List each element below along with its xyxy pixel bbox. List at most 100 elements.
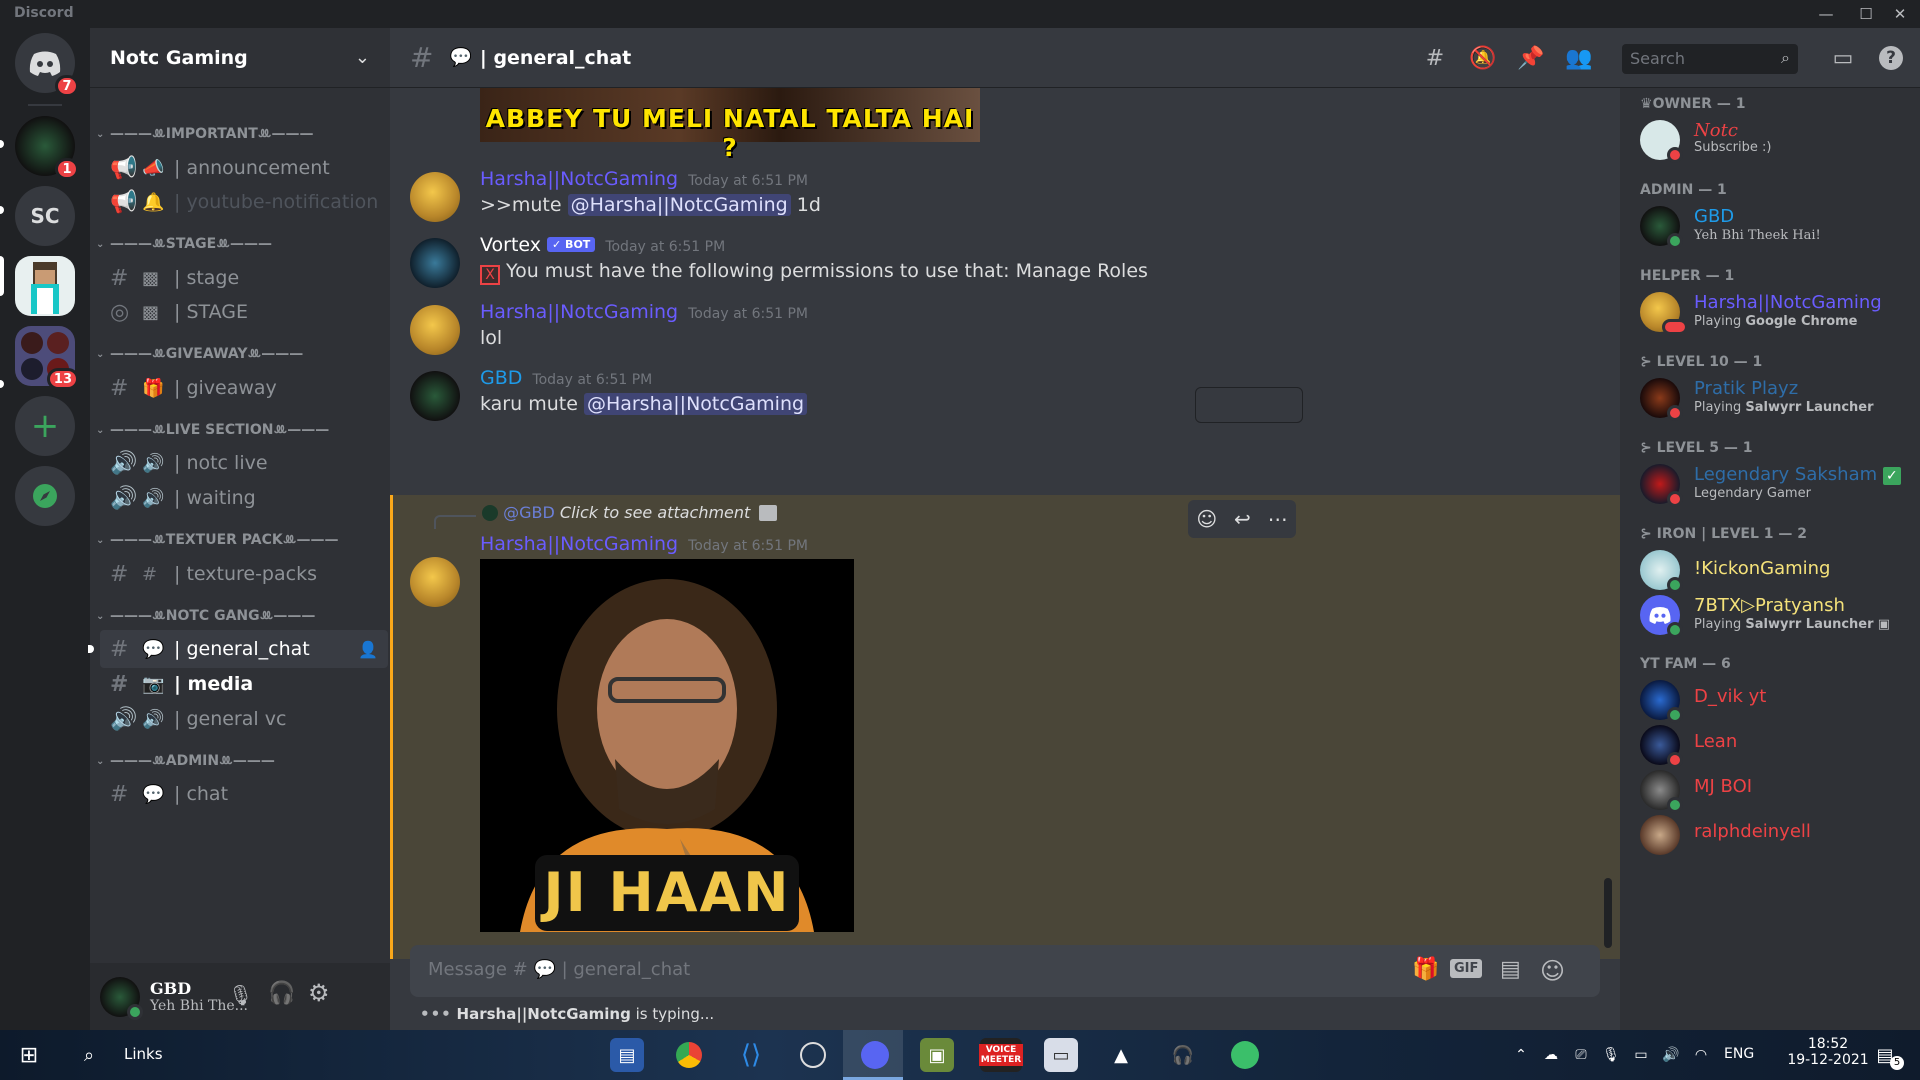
network-tray-icon[interactable]: ⎚ <box>1564 1038 1598 1072</box>
category-texture-pack[interactable]: ⌄ ———ꔛ TEXTUER PACK ꔛ——— <box>96 529 339 551</box>
mute-bell-icon[interactable]: 🔕 <box>1468 44 1498 72</box>
avatar[interactable] <box>410 305 460 355</box>
inbox-icon[interactable]: ▭ <box>1828 44 1858 72</box>
discord-taskbar-icon[interactable] <box>858 1038 892 1072</box>
obs-icon[interactable] <box>796 1038 830 1072</box>
gif-button[interactable]: GIF <box>1450 959 1483 978</box>
typing-user: Harsha||NotcGaming <box>456 1005 631 1023</box>
pin-icon[interactable]: 📌 <box>1516 44 1546 72</box>
author-name[interactable]: Harsha||NotcGaming <box>480 533 678 555</box>
volume-icon[interactable]: 🔊 <box>1654 1038 1688 1072</box>
guild-header[interactable]: Notc Gaming ⌄ <box>90 28 390 88</box>
home-button[interactable]: 7 <box>15 33 79 97</box>
category-live-section[interactable]: ⌄ ———ꔛ LIVE SECTION ꔛ——— <box>96 419 329 441</box>
vscode-icon[interactable]: ⟨⟩ <box>734 1038 768 1072</box>
member[interactable]: Harsha||NotcGaming Playing Google Chrome <box>1640 290 1910 340</box>
threads-icon[interactable]: # <box>1420 44 1450 72</box>
member-list-icon[interactable]: 👥 <box>1564 44 1594 72</box>
taskbar-search-label[interactable]: Links <box>124 1045 163 1063</box>
emoji-icon[interactable]: ☺ <box>1540 957 1565 985</box>
scrollbar-thumb[interactable] <box>1604 878 1612 948</box>
avatar[interactable] <box>410 557 460 607</box>
wifi-icon[interactable]: ◠ <box>1684 1038 1718 1072</box>
member[interactable]: GBD Yeh Bhi Theek Hai! <box>1640 204 1910 254</box>
file-explorer-icon[interactable]: ▤ <box>610 1038 644 1072</box>
explore-servers-button[interactable] <box>15 466 75 526</box>
category-rule: ꔛ——— <box>273 422 330 438</box>
channel-general-chat[interactable]: # 💬 | general_chat 👤 <box>100 630 388 668</box>
author-name[interactable]: Harsha||NotcGaming <box>480 301 678 323</box>
channel-youtube-notification[interactable]: 📢 🔔 | youtube-notification <box>100 183 388 221</box>
channel-announcement[interactable]: 📢 📣 | announcement <box>100 149 388 187</box>
cloud-error-icon[interactable]: ☁ <box>1534 1038 1568 1072</box>
language-indicator[interactable]: ENG <box>1724 1046 1754 1062</box>
channel-waiting[interactable]: 🔊 🔊 | waiting <box>100 479 388 517</box>
author-name[interactable]: Vortex <box>480 234 541 256</box>
clock[interactable]: 18:52 19-12-2021 <box>1780 1036 1876 1068</box>
channel-media[interactable]: # 📷 | media <box>100 665 388 703</box>
voicemeeter-icon[interactable]: VOICE MEETER <box>978 1038 1024 1072</box>
author-name[interactable]: Harsha||NotcGaming <box>480 168 678 190</box>
add-server-button[interactable]: + <box>15 396 75 456</box>
chevron-up-icon[interactable]: ⌃ <box>1504 1038 1538 1072</box>
channel-general-vc[interactable]: 🔊 🔊 | general vc <box>100 700 388 738</box>
category-stage[interactable]: ⌄ ———ꔛ STAGE ꔛ——— <box>96 233 272 255</box>
invite-icon[interactable]: 👤 <box>358 640 378 659</box>
meme-image[interactable]: ABBEY TU MELI NATAL TALTA HAI ? <box>480 88 980 162</box>
headset-app-icon[interactable]: 🎧 <box>1166 1038 1200 1072</box>
avatar[interactable] <box>100 976 143 1020</box>
close-button[interactable]: ✕ <box>1880 0 1920 28</box>
gift-icon[interactable]: 🎁 <box>1412 957 1439 982</box>
member[interactable]: !KickonGaming <box>1640 548 1910 598</box>
channel-stage[interactable]: # ▩ | stage <box>100 259 388 297</box>
member[interactable]: D_vik yt <box>1640 678 1910 728</box>
user-mention[interactable]: @Harsha||NotcGaming <box>567 194 791 216</box>
member[interactable]: Notc Subscribe :) <box>1640 118 1910 168</box>
category-giveaway[interactable]: ⌄ ———ꔛ GIVEAWAY ꔛ——— <box>96 343 303 365</box>
member[interactable]: Pratik Playz Playing Salwyrr Launcher <box>1640 376 1910 426</box>
headphones-icon[interactable]: 🎧 <box>268 981 295 1006</box>
channel-stage-voice[interactable]: ◎ ▩ | STAGE <box>100 293 388 331</box>
send-app-icon[interactable] <box>1228 1038 1262 1072</box>
category-admin[interactable]: ⌄ ———ꔛ ADMIN ꔛ——— <box>96 750 275 772</box>
user-mention[interactable]: @Harsha||NotcGaming <box>583 393 808 415</box>
minecraft-icon[interactable]: ▣ <box>920 1038 954 1072</box>
avatar[interactable] <box>410 238 460 288</box>
server-icon-1[interactable]: 1 <box>15 116 79 180</box>
battery-icon[interactable]: ▭ <box>1624 1038 1658 1072</box>
category-label: TEXTUER PACK <box>165 532 283 548</box>
minimize-button[interactable]: — <box>1806 0 1846 28</box>
android-studio-icon[interactable]: ▲ <box>1104 1038 1138 1072</box>
server-icon-sc[interactable]: SC <box>15 186 75 246</box>
avatar[interactable] <box>410 371 460 421</box>
message-composer[interactable]: Message # 💬 | general_chat 🎁 GIF ▤ ☺ <box>410 945 1600 997</box>
gear-icon[interactable]: ⚙ <box>308 979 330 1007</box>
windows-start-icon[interactable]: ⊞ <box>12 1038 46 1072</box>
reply-preview[interactable]: @GBD Click to see attachment <box>482 503 778 522</box>
category-important[interactable]: ⌄ ——— ꔛ IMPORTANT ꔛ——— <box>96 123 314 145</box>
attachment-image[interactable]: JI HAAN <box>480 559 854 932</box>
server-icon-notc-gaming[interactable] <box>15 256 75 316</box>
search-icon[interactable]: ⌕ <box>72 1038 106 1072</box>
category-notc-gang[interactable]: ⌄ ———ꔛ NOTC GANG ꔛ——— <box>96 605 315 627</box>
microphone-tray-icon[interactable]: 🎙 <box>1594 1038 1628 1072</box>
sticker-icon[interactable]: ▤ <box>1500 957 1521 982</box>
channel-giveaway[interactable]: # 🎁 | giveaway <box>100 369 388 407</box>
author-name[interactable]: GBD <box>480 367 522 389</box>
member[interactable]: ralphdeinyell <box>1640 813 1910 863</box>
member[interactable]: Legendary Saksham ✓ Legendary Gamer <box>1640 462 1910 512</box>
server-folder[interactable]: 13 <box>15 326 79 390</box>
channel-notc-live[interactable]: 🔊 🔊 | notc live <box>100 444 388 482</box>
microphone-icon[interactable]: 🎙 <box>228 983 253 1007</box>
chrome-icon[interactable] <box>672 1038 706 1072</box>
search-input[interactable]: Search ⌕ <box>1622 44 1798 74</box>
notification-center-icon[interactable]: ▤ 5 <box>1868 1038 1904 1072</box>
help-icon[interactable]: ? <box>1876 44 1906 72</box>
channel-texture-packs[interactable]: # # | texture-packs <box>100 555 388 593</box>
member[interactable]: MJ BOI <box>1640 768 1910 818</box>
channel-chat[interactable]: # 💬 | chat <box>100 775 388 813</box>
member[interactable]: 7BTX▷Pratyansh Playing Salwyrr Launcher … <box>1640 593 1910 643</box>
app-window-icon[interactable]: ▭ <box>1044 1038 1078 1072</box>
avatar[interactable] <box>410 172 460 222</box>
member[interactable]: Lean <box>1640 723 1910 773</box>
